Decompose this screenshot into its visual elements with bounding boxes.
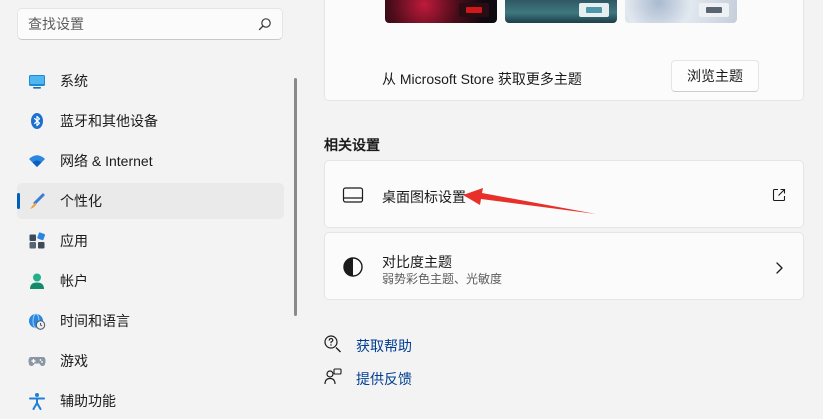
related-settings-heading: 相关设置 bbox=[324, 137, 380, 153]
apps-icon bbox=[29, 232, 46, 249]
sidebar-item-gaming[interactable]: 游戏 bbox=[17, 343, 284, 379]
sidebar-scrollbar[interactable] bbox=[294, 78, 297, 316]
search-icon[interactable] bbox=[258, 17, 272, 31]
bluetooth-icon bbox=[31, 113, 43, 129]
sidebar-item-label: 游戏 bbox=[60, 353, 88, 369]
help-icon bbox=[324, 335, 341, 353]
sidebar-item-label: 网络 & Internet bbox=[60, 153, 153, 169]
sidebar-item-label: 个性化 bbox=[60, 193, 102, 209]
chevron-right-icon bbox=[776, 262, 783, 274]
search-box[interactable] bbox=[17, 8, 283, 40]
feedback-link[interactable]: 提供反馈 bbox=[324, 366, 464, 388]
sidebar-item-network[interactable]: 网络 & Internet bbox=[17, 143, 284, 179]
theme-thumbnail[interactable] bbox=[505, 0, 617, 23]
sidebar-item-personalization[interactable]: 个性化 bbox=[17, 183, 284, 219]
accessibility-icon bbox=[29, 393, 45, 410]
sidebar-item-label: 系统 bbox=[60, 73, 88, 89]
get-help-label[interactable]: 获取帮助 bbox=[356, 336, 412, 356]
sidebar-item-label: 辅助功能 bbox=[60, 393, 116, 409]
brush-icon bbox=[29, 193, 45, 209]
desktop-icon bbox=[342, 187, 364, 203]
store-text: 从 Microsoft Store 获取更多主题 bbox=[382, 71, 582, 87]
open-external-icon bbox=[772, 188, 786, 202]
sidebar-item-system[interactable]: 系统 bbox=[17, 63, 284, 99]
get-help-link[interactable]: 获取帮助 bbox=[324, 333, 464, 355]
sidebar-item-label: 时间和语言 bbox=[60, 313, 130, 329]
desktop-icon-settings-title: 桌面图标设置 bbox=[382, 189, 466, 205]
sidebar-item-label: 应用 bbox=[60, 233, 88, 249]
wifi-icon bbox=[29, 155, 45, 167]
sidebar-item-accessibility[interactable]: 辅助功能 bbox=[17, 383, 284, 419]
contrast-themes-title: 对比度主题 bbox=[382, 254, 452, 270]
feedback-label[interactable]: 提供反馈 bbox=[356, 369, 412, 389]
search-input[interactable] bbox=[18, 9, 258, 39]
globe-clock-icon bbox=[29, 313, 46, 330]
contrast-themes-row[interactable]: 对比度主题 弱势彩色主题、光敏度 bbox=[324, 232, 804, 300]
monitor-icon bbox=[29, 75, 45, 89]
sidebar-item-bluetooth[interactable]: 蓝牙和其他设备 bbox=[17, 103, 284, 139]
feedback-icon bbox=[324, 368, 342, 385]
contrast-icon bbox=[343, 257, 363, 277]
browse-themes-button[interactable]: 浏览主题 bbox=[671, 60, 759, 92]
theme-thumbnail[interactable] bbox=[625, 0, 737, 23]
desktop-icon-settings-row[interactable]: 桌面图标设置 bbox=[324, 160, 804, 228]
sidebar-item-label: 帐户 bbox=[60, 273, 88, 289]
sidebar-item-accounts[interactable]: 帐户 bbox=[17, 263, 284, 299]
contrast-themes-subtitle: 弱势彩色主题、光敏度 bbox=[382, 272, 503, 286]
sidebar-item-apps[interactable]: 应用 bbox=[17, 223, 284, 259]
gamepad-icon bbox=[28, 357, 46, 366]
theme-thumbnail[interactable] bbox=[385, 0, 497, 23]
account-icon bbox=[30, 273, 44, 289]
sidebar-item-label: 蓝牙和其他设备 bbox=[60, 113, 158, 129]
sidebar-item-time-language[interactable]: 时间和语言 bbox=[17, 303, 284, 339]
